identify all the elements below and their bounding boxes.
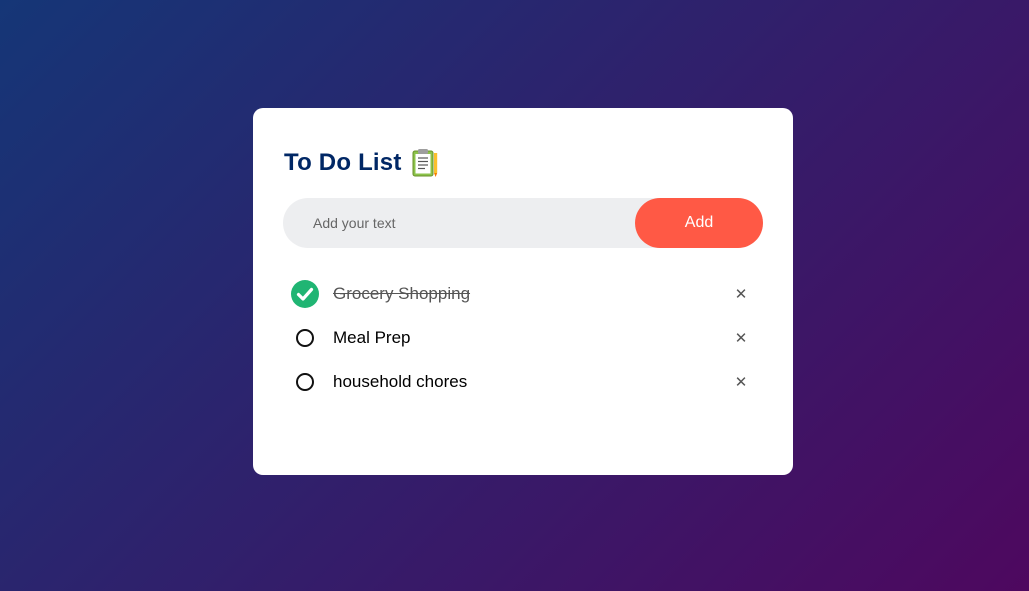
close-icon[interactable]: ✕	[733, 286, 749, 303]
task-item[interactable]: Grocery Shopping ✕	[283, 272, 763, 316]
add-button[interactable]: Add	[635, 198, 763, 248]
todo-card: To Do List Add your text Add Grocery Sho…	[253, 108, 793, 475]
header: To Do List	[284, 146, 763, 180]
task-item[interactable]: Meal Prep ✕	[283, 316, 763, 360]
checked-icon[interactable]	[291, 280, 319, 308]
close-icon[interactable]: ✕	[733, 374, 749, 391]
task-text: Grocery Shopping	[333, 284, 471, 303]
page-title: To Do List	[284, 149, 402, 176]
unchecked-circle-icon[interactable]	[291, 324, 319, 352]
task-text: household chores	[333, 372, 468, 391]
task-item[interactable]: household chores ✕	[283, 360, 763, 404]
unchecked-circle-icon[interactable]	[291, 368, 319, 396]
close-icon[interactable]: ✕	[733, 330, 749, 347]
clipboard-notes-icon	[411, 148, 439, 178]
task-input[interactable]	[283, 198, 635, 248]
task-list: Grocery Shopping ✕ Meal Prep ✕ household…	[283, 272, 763, 404]
add-task-row: Add	[283, 198, 763, 248]
task-text: Meal Prep	[333, 328, 411, 347]
